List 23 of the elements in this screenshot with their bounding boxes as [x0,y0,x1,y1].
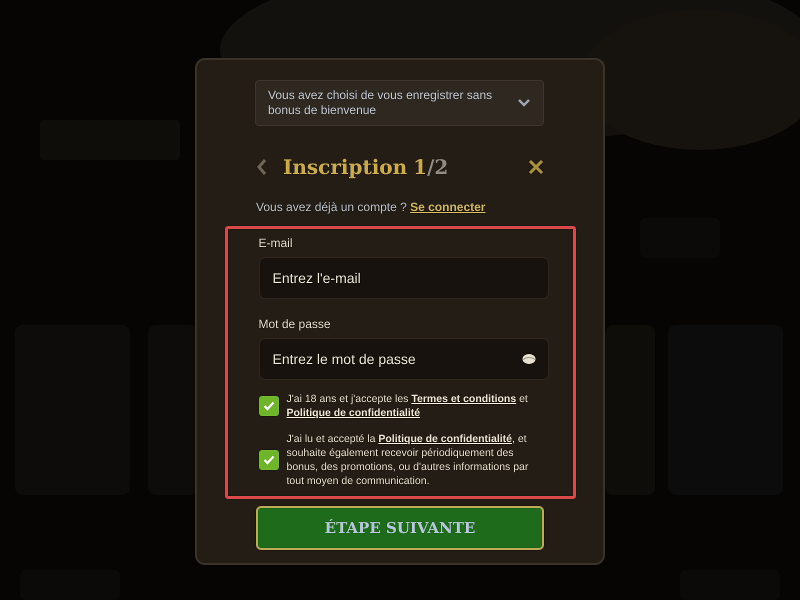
checkbox[interactable] [258,450,278,470]
dialog-title: Inscription [283,154,408,181]
check-icon [262,455,274,465]
close-icon[interactable] [528,159,544,175]
step-number: 1 [413,154,428,181]
step-total: /2 [427,154,448,181]
sign-in-link[interactable]: Se connecter [410,200,486,214]
password-field[interactable]: Entrez le mot de passe [258,338,548,380]
policy-link[interactable]: Politique de confidentialité [286,407,420,419]
policy-link[interactable]: Politique de confidentialité [378,433,512,445]
field-label: E-mail [258,235,294,252]
checkbox[interactable] [258,396,278,416]
field-label: Mot de passe [258,316,332,333]
consent-text: J'ai lu et accepté la Politique de confidentialité, et souhaite également recevoir périodiquement des bonus, des promotions, ou d'autres informations par tout moyen de communication. [286,432,530,488]
next-step-button[interactable]: ÉTAPE SUIVANTE [256,506,544,550]
consent-text: J'ai 18 ans et j'accepte les Termes et conditions et Politique de confidentialité [286,392,529,420]
bonus-dropdown[interactable]: Vous avez choisi de vous enregistrer sans bonus de bienvenue [255,80,544,126]
login-prompt: Vous avez déjà un compte ? Se connecter [256,199,486,216]
dropdown-text: Vous avez choisi de vous enregistrer sans bonus de bienvenue [268,88,494,118]
email-field[interactable]: Entrez l'e-mail [258,257,548,299]
policy-link[interactable]: Termes et conditions [411,393,516,405]
eye-icon[interactable] [522,353,536,365]
check-icon [262,401,274,411]
